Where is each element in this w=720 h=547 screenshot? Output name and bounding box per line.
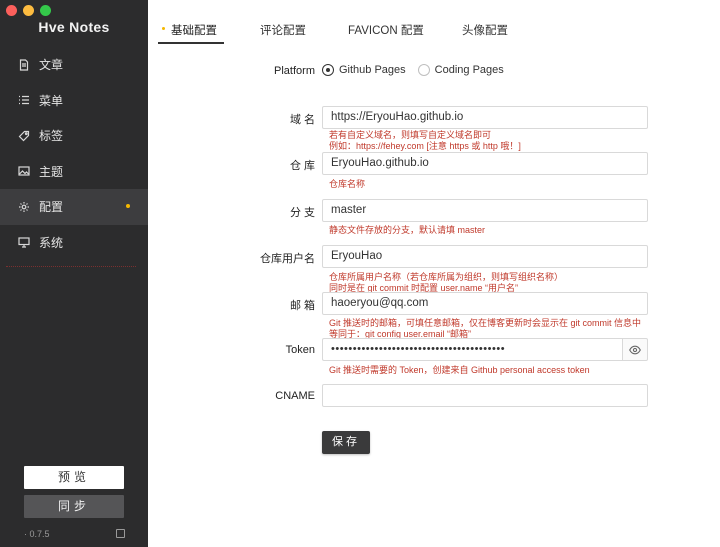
sidebar-divider xyxy=(6,266,136,269)
app-title: Hve Notes xyxy=(38,19,110,35)
toggle-visibility-button[interactable] xyxy=(622,338,648,361)
image-icon xyxy=(18,165,30,177)
sidebar-item-menu[interactable]: 菜单 xyxy=(0,83,148,119)
radio-label: Coding Pages xyxy=(434,64,504,76)
tab-avatar-settings[interactable]: 头像配置 xyxy=(462,22,508,38)
cname-label: CNAME xyxy=(275,390,315,402)
sidebar-item-label: 标签 xyxy=(39,129,64,144)
repo-label: 仓 库 xyxy=(289,160,315,172)
sidebar-item-system[interactable]: 系统 xyxy=(0,225,148,261)
minimize-window-button[interactable] xyxy=(23,5,34,16)
radio-github-pages[interactable]: Github Pages xyxy=(322,64,406,76)
domain-hint: 若有自定义域名，则填写自定义域名即可 xyxy=(329,130,492,140)
email-hint: Git 推送时的邮箱，可填任意邮箱，仅在博客更新时会显示在 git commit… xyxy=(329,318,642,328)
sidebar-item-themes[interactable]: 主题 xyxy=(0,154,148,190)
app-version: · 0.7.5 xyxy=(24,529,50,539)
sidebar-item-label: 配置 xyxy=(39,200,64,215)
branch-input[interactable]: master xyxy=(322,199,648,222)
sidebar: Hve Notes 文章 菜单 标签 主题 配置 系统 预览 同步 · 0.7.… xyxy=(0,0,148,547)
domain-input[interactable]: https://EryouHao.github.io xyxy=(322,106,648,129)
sync-button[interactable]: 同步 xyxy=(24,495,124,518)
sidebar-item-label: 系统 xyxy=(39,235,64,250)
sidebar-item-label: 菜单 xyxy=(39,93,64,108)
github-icon[interactable] xyxy=(116,529,125,538)
radio-coding-pages[interactable]: Coding Pages xyxy=(417,64,504,76)
sidebar-item-settings[interactable]: 配置 xyxy=(0,189,148,225)
username-hint: 仓库所属用户名称（若仓库所属为组织，则填写组织名称） xyxy=(329,272,564,282)
tab-comment-settings[interactable]: 评论配置 xyxy=(260,22,306,38)
preview-button[interactable]: 预览 xyxy=(24,466,124,489)
email-input[interactable]: haoeryou@qq.com xyxy=(322,292,648,315)
sidebar-nav: 文章 菜单 标签 主题 配置 系统 xyxy=(0,47,148,260)
platform-label: Platform xyxy=(274,65,315,77)
username-input[interactable]: EryouHao xyxy=(322,245,648,268)
list-icon xyxy=(18,94,30,106)
main-content: 基础配置 评论配置 FAVICON 配置 头像配置 Platform Githu… xyxy=(148,0,720,547)
username-label: 仓库用户名 xyxy=(260,253,315,265)
branch-label: 分 支 xyxy=(289,207,315,219)
save-button[interactable]: 保存 xyxy=(322,431,370,454)
tab-basic-settings[interactable]: 基础配置 xyxy=(171,22,217,38)
sidebar-item-articles[interactable]: 文章 xyxy=(0,47,148,83)
active-indicator-dot xyxy=(126,204,130,208)
token-hint: Git 推送时需要的 Token，创建来自 Github personal ac… xyxy=(329,365,590,375)
email-label: 邮 箱 xyxy=(289,300,315,312)
radio-button-checked[interactable] xyxy=(322,64,334,76)
radio-label: Github Pages xyxy=(339,64,406,76)
domain-label: 域 名 xyxy=(289,114,315,126)
sidebar-item-label: 文章 xyxy=(39,58,64,73)
domain-hint-example: 例如：https://fehey.com [注意 https 或 http 哦！… xyxy=(329,141,521,151)
gear-icon xyxy=(18,201,30,213)
branch-hint: 静态文件存放的分支，默认请填 master xyxy=(329,225,486,235)
token-input[interactable]: •••••••••••••••••••••••••••••••••••••••• xyxy=(322,338,622,361)
sidebar-item-label: 主题 xyxy=(39,164,64,179)
document-icon xyxy=(18,59,30,71)
tag-icon xyxy=(18,130,30,142)
cname-input[interactable] xyxy=(322,384,648,407)
close-window-button[interactable] xyxy=(6,5,17,16)
active-tab-dot xyxy=(162,27,165,30)
active-tab-underline xyxy=(158,42,224,44)
maximize-window-button[interactable] xyxy=(40,5,51,16)
settings-tabs: 基础配置 评论配置 FAVICON 配置 头像配置 xyxy=(148,0,720,44)
sidebar-item-tags[interactable]: 标签 xyxy=(0,118,148,154)
window-controls xyxy=(6,5,51,16)
platform-radio-group: Github Pages Coding Pages xyxy=(322,64,516,76)
radio-button[interactable] xyxy=(417,64,430,76)
tab-favicon-settings[interactable]: FAVICON 配置 xyxy=(348,22,424,38)
token-label: Token xyxy=(285,344,315,356)
eye-icon xyxy=(629,345,641,354)
repo-hint: 仓库名称 xyxy=(329,179,366,189)
repo-input[interactable]: EryouHao.github.io xyxy=(322,152,648,175)
monitor-icon xyxy=(18,236,30,248)
